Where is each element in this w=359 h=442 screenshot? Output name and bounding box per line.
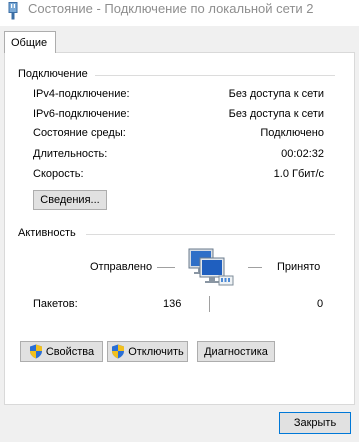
window-title: Состояние - Подключение по локальной сет… <box>28 1 314 16</box>
details-button[interactable]: Сведения... <box>33 190 107 210</box>
activity-divider <box>86 234 335 235</box>
packets-label: Пакетов: <box>33 298 78 310</box>
disable-button[interactable]: Отключить <box>107 341 188 362</box>
connection-divider <box>95 75 335 76</box>
uac-shield-icon <box>29 344 42 359</box>
media-state-label: Состояние среды: <box>33 127 126 139</box>
media-state-value: Подключено <box>260 127 324 139</box>
diagnose-button[interactable]: Диагностика <box>197 341 275 362</box>
activity-heading: Активность <box>18 227 76 239</box>
packets-divider <box>209 296 210 312</box>
packets-received-value: 0 <box>317 298 324 310</box>
tab-general[interactable]: Общие <box>4 31 56 53</box>
duration-value: 00:02:32 <box>281 148 324 160</box>
properties-button-label: Свойства <box>45 345 95 358</box>
title-bar[interactable]: Состояние - Подключение по локальной сет… <box>0 0 359 26</box>
speed-label: Скорость: <box>33 168 84 180</box>
properties-button[interactable]: Свойства <box>20 341 103 362</box>
tab-general-label: Общие <box>11 37 48 49</box>
sent-label: Отправлено <box>90 261 153 273</box>
disable-button-label: Отключить <box>128 345 184 358</box>
ipv6-value: Без доступа к сети <box>228 108 324 120</box>
ipv4-label: IPv4-подключение: <box>33 88 130 100</box>
packets-sent-value: 136 <box>163 298 182 310</box>
speed-value: 1.0 Гбит/с <box>273 168 324 180</box>
network-computers-icon <box>188 248 234 286</box>
received-line <box>248 267 262 268</box>
duration-label: Длительность: <box>33 148 108 160</box>
ipv4-value: Без доступа к сети <box>228 88 324 100</box>
close-button[interactable]: Закрыть <box>279 412 351 434</box>
ipv6-label: IPv6-подключение: <box>33 108 130 120</box>
received-label: Принято <box>277 261 321 273</box>
uac-shield-icon <box>112 344 125 359</box>
connection-heading: Подключение <box>18 68 88 80</box>
network-adapter-icon <box>8 2 18 20</box>
sent-line <box>157 267 175 268</box>
